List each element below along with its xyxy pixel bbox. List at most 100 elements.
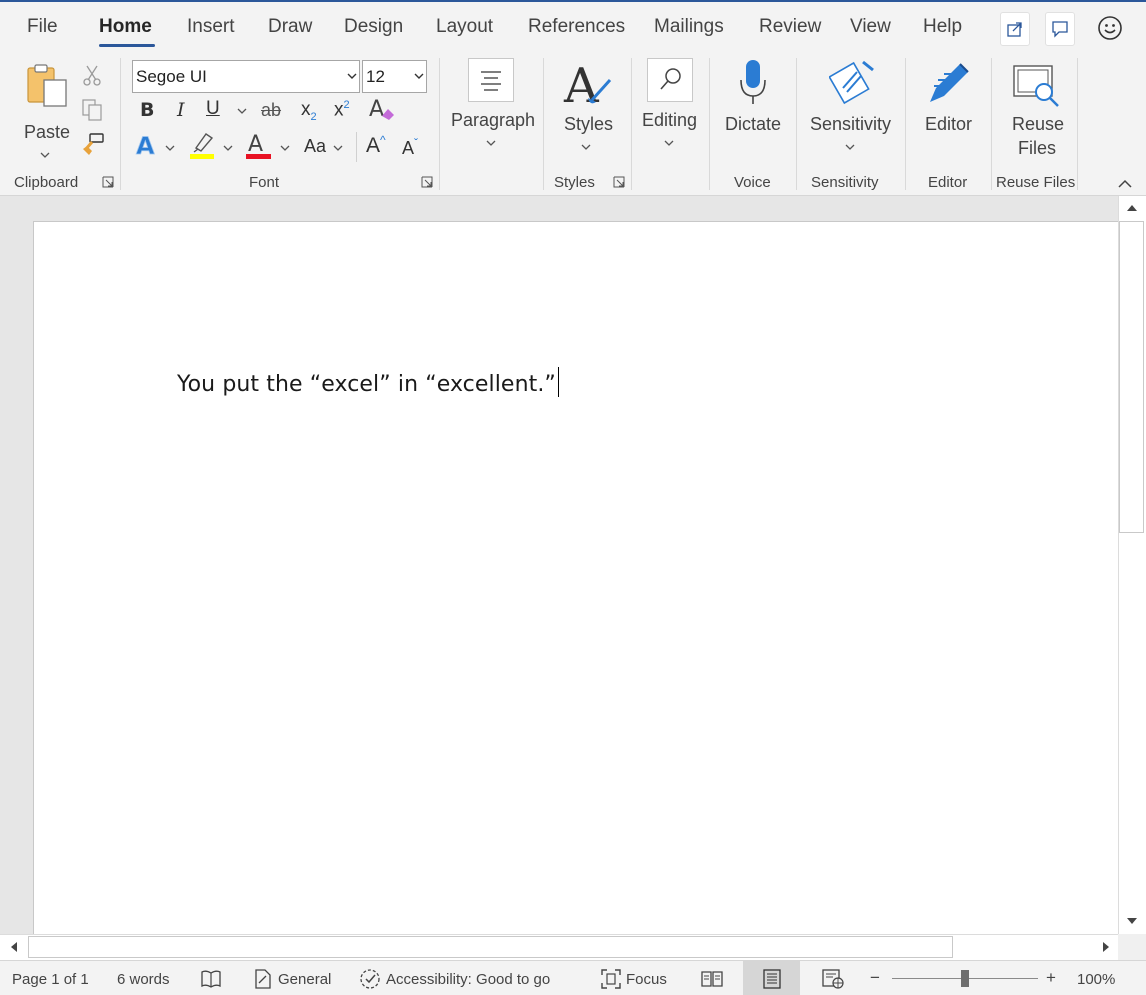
editor-label: Editor (925, 114, 973, 134)
tab-draw[interactable]: Draw (268, 16, 312, 38)
tab-file[interactable]: File (27, 16, 58, 38)
tab-mailings[interactable]: Mailings (654, 16, 724, 38)
word-count[interactable]: 6 words (117, 971, 170, 988)
clipboard-group-label: Clipboard (14, 174, 79, 191)
focus-icon[interactable] (600, 968, 622, 990)
share-button[interactable] (1000, 12, 1030, 46)
web-layout-icon[interactable] (821, 968, 845, 990)
grow-font-button[interactable]: A^ (366, 133, 386, 158)
editing-icon-box (647, 58, 693, 102)
chevron-down-icon (414, 73, 424, 79)
clear-formatting-icon[interactable]: A (368, 96, 396, 122)
smiley-icon (1098, 16, 1122, 40)
scroll-right-button[interactable] (1096, 937, 1116, 957)
horizontal-scroll-thumb[interactable] (28, 936, 953, 958)
reuse-files-label-line2: Files (1018, 138, 1057, 158)
reuse-files-button[interactable]: Reuse Files (1000, 56, 1070, 160)
group-separator (991, 58, 992, 190)
focus-label[interactable]: Focus (626, 971, 667, 988)
highlighter-icon[interactable] (188, 130, 216, 160)
sensitivity-status[interactable]: General (278, 971, 331, 988)
clipboard-dialog-launcher-icon[interactable] (102, 176, 114, 188)
tab-help[interactable]: Help (923, 16, 962, 38)
accessibility-status[interactable]: Accessibility: Good to go (386, 971, 550, 988)
zoom-out-button[interactable]: − (870, 968, 880, 988)
bold-button[interactable]: B (140, 99, 154, 121)
group-separator (631, 58, 632, 190)
feedback-button[interactable] (1096, 14, 1124, 42)
font-size-select[interactable]: 12 (362, 60, 427, 93)
tab-insert[interactable]: Insert (187, 16, 235, 38)
paste-button[interactable]: Paste (18, 60, 72, 160)
tab-references[interactable]: References (528, 16, 625, 38)
print-layout-icon (763, 969, 781, 989)
tab-home[interactable]: Home (99, 16, 152, 38)
tab-layout[interactable]: Layout (436, 16, 493, 38)
accessibility-icon[interactable] (358, 968, 382, 990)
italic-button[interactable]: I (177, 99, 185, 121)
tab-review[interactable]: Review (759, 16, 821, 38)
chevron-down-icon[interactable] (333, 145, 343, 151)
chevron-down-icon[interactable] (237, 108, 247, 114)
text-effects-icon[interactable]: A (135, 132, 161, 160)
tab-view[interactable]: View (850, 16, 891, 38)
comments-button[interactable] (1045, 12, 1075, 46)
underline-button[interactable]: U (206, 98, 220, 120)
group-separator (1077, 58, 1078, 190)
dictate-button[interactable]: Dictate (720, 56, 786, 136)
styles-group-label: Styles (554, 174, 595, 191)
chevron-down-icon[interactable] (165, 145, 175, 151)
comment-icon (1052, 21, 1068, 38)
editor-button[interactable]: Editor (916, 56, 982, 136)
paste-icon (27, 64, 67, 107)
font-dialog-launcher-icon[interactable] (421, 176, 433, 188)
styles-dialog-launcher-icon[interactable] (613, 176, 625, 188)
font-size-value: 12 (366, 67, 385, 86)
proofing-book-icon[interactable] (200, 969, 222, 989)
chevron-down-icon[interactable] (223, 145, 233, 151)
chevron-down-icon (486, 140, 496, 146)
group-separator (905, 58, 906, 190)
chevron-down-icon (40, 152, 50, 158)
format-painter-icon[interactable] (80, 132, 106, 156)
font-name-select[interactable]: Segoe UI (132, 60, 360, 93)
zoom-slider-thumb[interactable] (961, 970, 969, 987)
ribbon: Paste Clipboard Segoe UI 12 B I U ab x2 … (0, 52, 1146, 196)
strikethrough-button[interactable]: ab (261, 100, 281, 121)
cut-icon[interactable] (82, 64, 102, 86)
document-page[interactable]: You put the “excel” in “excellent.” (33, 221, 1118, 934)
chevron-down-icon[interactable] (280, 145, 290, 151)
editing-label: Editing (642, 110, 698, 130)
shrink-font-button[interactable]: Aˇ (402, 136, 418, 159)
group-separator (796, 58, 797, 190)
scroll-left-button[interactable] (4, 937, 24, 957)
vertical-scroll-thumb[interactable] (1119, 221, 1144, 533)
paragraph-button[interactable]: Paragraph (448, 56, 535, 156)
superscript-button[interactable]: x2 (334, 99, 350, 121)
text-cursor (557, 367, 559, 397)
sensitivity-label-icon[interactable] (254, 969, 272, 989)
copy-icon[interactable] (81, 98, 103, 122)
collapse-ribbon-icon[interactable] (1117, 179, 1133, 189)
print-layout-button[interactable] (743, 961, 800, 995)
triangle-right-icon (1103, 942, 1109, 952)
font-color-icon[interactable]: A (246, 130, 272, 160)
scroll-down-button[interactable] (1121, 911, 1143, 931)
subscript-button[interactable]: x2 (301, 99, 317, 123)
editing-button[interactable]: Editing (638, 56, 700, 156)
document-body[interactable]: You put the “excel” in “excellent.” (177, 367, 559, 397)
change-case-button[interactable]: Aa (304, 136, 326, 157)
superscript-label: x (334, 99, 344, 121)
styles-button[interactable]: A Styles (556, 56, 618, 156)
zoom-level[interactable]: 100% (1077, 971, 1115, 988)
tab-design[interactable]: Design (344, 16, 403, 38)
scroll-up-button[interactable] (1121, 198, 1143, 218)
sensitivity-button[interactable]: Sensitivity (806, 56, 896, 156)
chevron-down-icon (581, 144, 591, 150)
page-count[interactable]: Page 1 of 1 (12, 971, 89, 988)
zoom-in-button[interactable]: + (1046, 968, 1056, 988)
sensitivity-icon (829, 60, 874, 105)
triangle-down-icon (1127, 918, 1137, 924)
read-mode-icon[interactable] (700, 969, 724, 989)
status-bar: Page 1 of 1 6 words General Accessibilit… (0, 960, 1146, 995)
